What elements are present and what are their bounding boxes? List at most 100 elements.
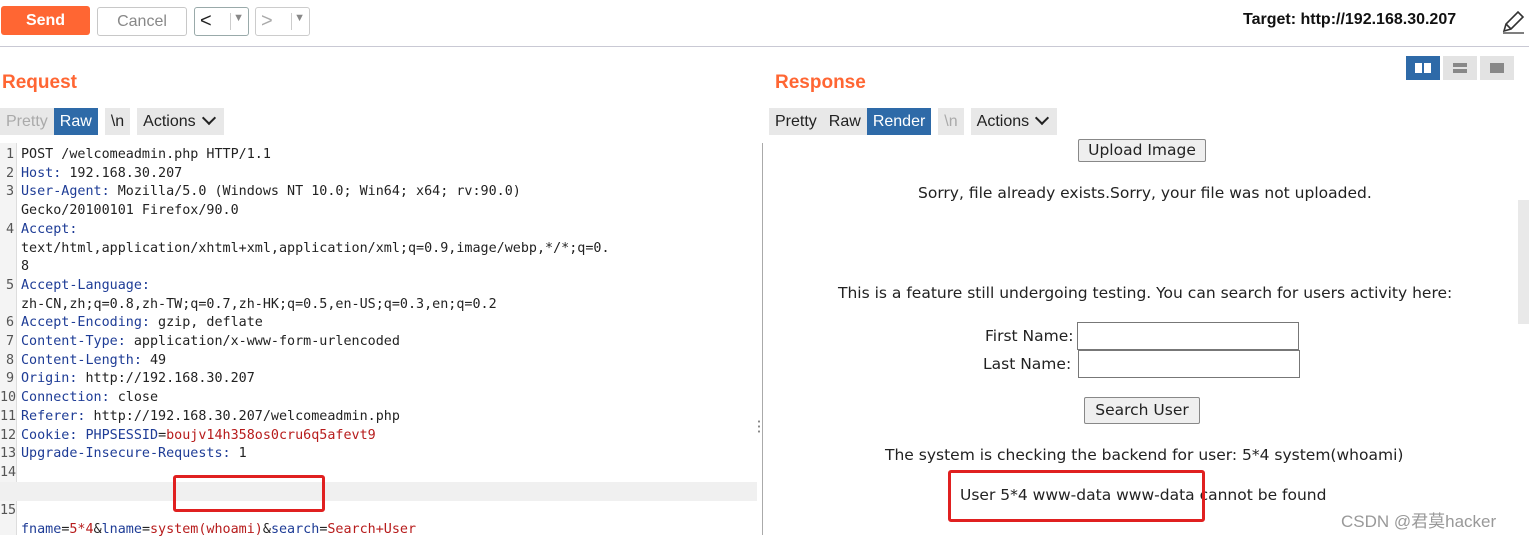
request-line[interactable]: 13 Upgrade-Insecure-Requests: 1: [0, 444, 757, 463]
first-name-label: First Name:: [985, 327, 1074, 345]
header-value: 49: [141, 352, 167, 368]
rows-icon: [1453, 63, 1467, 73]
header-name: User-Agent:: [21, 184, 110, 200]
last-name-label: Last Name:: [983, 355, 1072, 373]
header-value: 8: [21, 259, 30, 275]
request-line[interactable]: zh-CN,zh;q=0.8,zh-TW;q=0.7,zh-HK;q=0.5,e…: [0, 295, 757, 314]
header-value: gzip, deflate: [150, 315, 263, 331]
request-line[interactable]: 10 Connection: close: [0, 388, 757, 407]
header-value: 192.168.30.207: [61, 165, 183, 181]
request-editor[interactable]: 1 POST /welcomeadmin.php HTTP/1.1 2 Host: 1…: [0, 143, 757, 537]
request-text: Referer: http://192.168.30.207/welcomead…: [21, 407, 400, 426]
line-number: 12: [0, 427, 17, 443]
actions-button[interactable]: Actions: [970, 108, 1058, 135]
header-name: Accept-Encoding:: [21, 315, 150, 331]
request-text: Accept-Encoding: gzip, deflate: [21, 313, 263, 332]
tab-render[interactable]: Render: [866, 108, 932, 135]
response-title: Response: [775, 72, 866, 93]
target-label: Target: http://192.168.30.207: [1243, 11, 1457, 28]
request-line[interactable]: 14: [0, 463, 757, 482]
request-line[interactable]: 6 Accept-Encoding: gzip, deflate: [0, 313, 757, 332]
search-user-button[interactable]: Search User: [1084, 397, 1200, 424]
request-line[interactable]: text/html,application/xhtml+xml,applicat…: [0, 239, 757, 258]
request-line[interactable]: 5 Accept-Language:: [0, 276, 757, 295]
request-text: Connection: close: [21, 388, 158, 407]
send-button[interactable]: Send: [1, 6, 90, 35]
line-number: 2: [5, 165, 14, 181]
tab-pretty[interactable]: Pretty: [769, 108, 823, 135]
header-name: Connection:: [21, 390, 110, 406]
request-text: Upgrade-Insecure-Requests: 1: [21, 444, 247, 463]
forward-button[interactable]: > ▼: [255, 7, 310, 36]
highlight-box: [173, 475, 325, 512]
request-line[interactable]: 1 POST /welcomeadmin.php HTTP/1.1: [0, 145, 757, 164]
chevron-down-icon: [1035, 110, 1050, 126]
request-line[interactable]: Gecko/20100101 Firefox/90.0: [0, 201, 757, 220]
request-text: Cookie: PHPSESSID=boujv14h358os0cru6q5af…: [21, 426, 376, 445]
request-line[interactable]: 4 Accept:: [0, 220, 757, 239]
first-name-input[interactable]: [1077, 322, 1299, 350]
header-name: Content-Length:: [21, 352, 142, 368]
request-text: Accept:: [21, 220, 77, 239]
stacked-view-button[interactable]: [1443, 56, 1477, 80]
request-line[interactable]: 12 Cookie: PHPSESSID=boujv14h358os0cru6q5…: [0, 426, 757, 445]
scrollbar[interactable]: [1518, 200, 1529, 324]
header-value: text/html,application/xhtml+xml,applicat…: [21, 240, 610, 256]
chevron-right-icon: >: [261, 10, 273, 32]
tab-newline[interactable]: \n: [104, 108, 131, 135]
request-text: User-Agent: Mozilla/5.0 (Windows NT 10.0…: [21, 182, 521, 201]
header-name: Referer:: [21, 408, 86, 424]
request-text: Origin: http://192.168.30.207: [21, 369, 255, 388]
header-name: Cookie:: [21, 427, 78, 443]
line-number: 13: [0, 446, 17, 462]
line-number: 10: [0, 390, 17, 406]
request-line[interactable]: 7 Content-Type: application/x-www-form-ur…: [0, 332, 757, 351]
request-line[interactable]: 11 Referer: http://192.168.30.207/welcome…: [0, 407, 757, 426]
header-value: application/x-www-form-urlencoded: [125, 334, 400, 349]
chevron-down-icon[interactable]: ▼: [233, 12, 244, 24]
line-number: 9: [5, 371, 14, 387]
header-name: Accept:: [21, 221, 78, 237]
header-name: Host:: [21, 165, 62, 181]
request-line[interactable]: 2 Host: 192.168.30.207: [0, 164, 757, 183]
request-line[interactable]: 9 Origin: http://192.168.30.207: [0, 369, 757, 388]
request-text: POST /welcomeadmin.php HTTP/1.1: [21, 145, 271, 164]
split-view-button[interactable]: [1406, 56, 1440, 80]
tab-raw[interactable]: Raw: [53, 108, 98, 135]
resize-handle[interactable]: [757, 419, 761, 433]
header-value: Gecko/20100101 Firefox/90.0: [21, 203, 239, 219]
tab-pretty[interactable]: Pretty: [0, 108, 54, 135]
request-text: Host: 192.168.30.207: [21, 164, 182, 183]
tab-raw[interactable]: Raw: [822, 108, 867, 135]
request-body-line[interactable]: 15 fname=5*4&lname=system(whoami)&search…: [0, 482, 757, 537]
header-value: Mozilla/5.0 (Windows NT 10.0; Win64; x64…: [109, 184, 521, 200]
request-text: Content-Type: application/x-www-form-url…: [21, 332, 400, 351]
tab-newline[interactable]: \n: [938, 108, 964, 135]
upload-message: Sorry, file already exists.Sorry, your f…: [918, 184, 1372, 202]
line-number: 5: [5, 277, 14, 293]
header-value: POST /welcomeadmin.php HTTP/1.1: [21, 147, 271, 162]
line-number: 8: [5, 352, 14, 368]
chevron-down-icon[interactable]: ▼: [294, 12, 305, 24]
request-line[interactable]: 3 User-Agent: Mozilla/5.0 (Windows NT 10.…: [0, 182, 757, 201]
back-button[interactable]: < ▼: [194, 7, 249, 36]
rendered-response: Upload Image Sorry, file already exists.…: [763, 139, 1529, 535]
header-value: zh-CN,zh;q=0.8,zh-TW;q=0.7,zh-HK;q=0.5,e…: [21, 296, 497, 312]
header-value: close: [109, 390, 159, 406]
request-line[interactable]: 8 Content-Length: 49: [0, 351, 757, 370]
cancel-button[interactable]: Cancel: [97, 7, 187, 36]
pencil-icon[interactable]: [1500, 9, 1526, 35]
request-text: Content-Length: 49: [21, 351, 166, 370]
request-line[interactable]: 8: [0, 257, 757, 276]
divider: [291, 13, 292, 30]
single-pane-icon: [1490, 63, 1504, 73]
upload-image-button[interactable]: Upload Image: [1078, 139, 1206, 162]
single-view-button[interactable]: [1480, 56, 1514, 80]
equals: =: [158, 427, 167, 443]
actions-button[interactable]: Actions: [137, 108, 224, 135]
last-name-input[interactable]: [1078, 350, 1300, 378]
response-tabs: Pretty Raw Render \n Actions: [769, 108, 1058, 135]
feature-message: This is a feature still undergoing testi…: [838, 284, 1453, 302]
chevron-down-icon: [201, 110, 216, 126]
line-number: 15: [0, 503, 17, 518]
